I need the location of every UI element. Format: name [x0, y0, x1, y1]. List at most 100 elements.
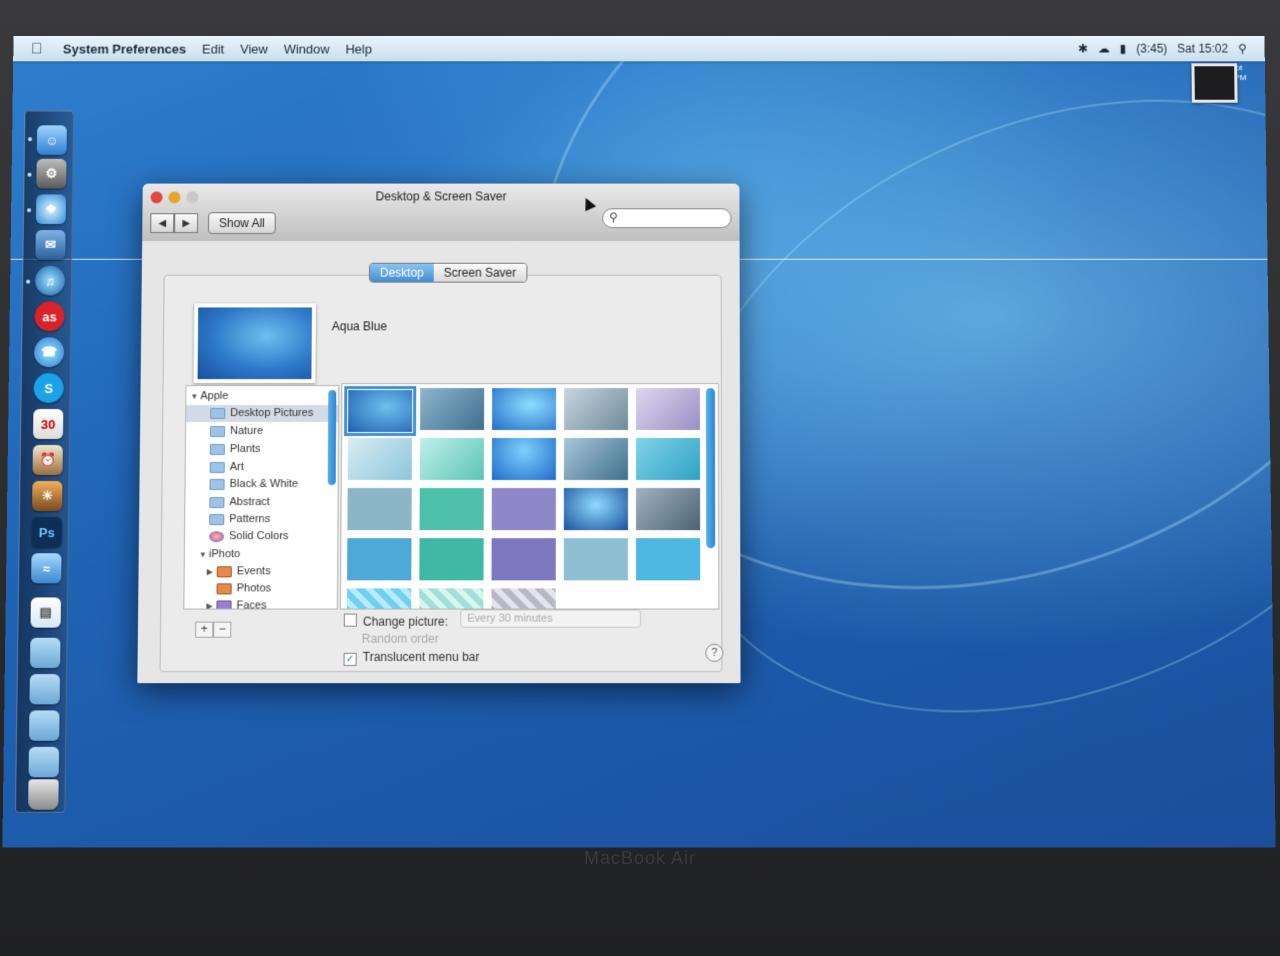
- document-icon[interactable]: ▤: [30, 597, 61, 628]
- system-preferences-icon[interactable]: ⚙: [36, 158, 67, 189]
- picture-thumbnail[interactable]: [635, 538, 701, 581]
- picture-thumbnail[interactable]: [344, 386, 417, 436]
- picture-thumbnail[interactable]: [491, 438, 556, 481]
- ichat-icon[interactable]: ☎: [33, 337, 65, 368]
- desktop-pane: Aqua Blue ▼ Apple Desktop Pictures Nature…: [159, 274, 724, 673]
- folder-icon[interactable]: [29, 637, 61, 669]
- folder-icon[interactable]: [29, 674, 61, 705]
- source-item[interactable]: ▶ Faces: [184, 597, 339, 610]
- translucent-menu-checkbox[interactable]: ✓: [343, 652, 357, 666]
- source-group-apple[interactable]: ▼ Apple: [186, 388, 328, 405]
- show-all-button[interactable]: Show All: [207, 212, 276, 235]
- picture-thumbnail[interactable]: [636, 388, 700, 431]
- picture-thumbnail[interactable]: [491, 538, 556, 581]
- wifi-icon[interactable]: ☁: [1098, 42, 1110, 56]
- desktop-file[interactable]: Screen shot 2010-...46 PM: [1191, 63, 1251, 103]
- tab-desktop[interactable]: Desktop: [369, 263, 434, 282]
- iphoto-icon[interactable]: ☀: [32, 481, 63, 512]
- change-interval-select[interactable]: Every 30 minutes: [460, 609, 642, 628]
- file-thumbnail: [1191, 63, 1238, 103]
- change-picture-checkbox[interactable]: [343, 613, 357, 627]
- window-titlebar[interactable]: Desktop & Screen Saver ◀ ▶ Show All ⚲: [142, 183, 740, 242]
- source-item[interactable]: Solid Colors: [185, 528, 339, 545]
- menu-view[interactable]: View: [240, 41, 268, 56]
- ical-icon[interactable]: 30: [32, 409, 64, 439]
- change-picture-option[interactable]: Change picture: Every 30 minutes: [343, 609, 642, 629]
- apple-menu-icon[interactable]: : [31, 40, 53, 57]
- source-item[interactable]: Plants: [186, 441, 340, 458]
- battery-time[interactable]: (3:45): [1136, 42, 1167, 56]
- skype-icon[interactable]: S: [33, 373, 64, 404]
- finder-icon[interactable]: ☺: [36, 125, 67, 155]
- folder-icon: [210, 425, 226, 437]
- source-item[interactable]: Abstract: [185, 494, 339, 511]
- menu-help[interactable]: Help: [345, 41, 372, 56]
- picture-thumbnail[interactable]: [635, 438, 701, 481]
- menu-edit[interactable]: Edit: [202, 41, 224, 56]
- battery-icon[interactable]: ▮: [1120, 42, 1127, 56]
- remove-folder-button[interactable]: −: [213, 621, 232, 638]
- add-folder-button[interactable]: +: [195, 621, 214, 638]
- itunes-icon[interactable]: ♫: [34, 265, 66, 296]
- disclosure-triangle-icon[interactable]: ▶: [207, 563, 217, 580]
- help-button[interactable]: ?: [705, 643, 724, 662]
- folder-icon[interactable]: [28, 746, 60, 778]
- source-list[interactable]: ▼ Apple Desktop Pictures Nature Plants Ar…: [183, 385, 340, 610]
- picture-thumbnail[interactable]: [635, 488, 701, 531]
- current-picture-preview: [193, 303, 316, 384]
- source-item[interactable]: Nature: [186, 423, 339, 440]
- picture-thumbnail[interactable]: [563, 438, 628, 481]
- safari-icon[interactable]: ❖: [35, 194, 67, 225]
- random-order-option[interactable]: Random order: [344, 632, 439, 646]
- search-icon: ⚲: [609, 210, 618, 225]
- picture-thumbnail[interactable]: [491, 488, 556, 531]
- folder-icon[interactable]: [28, 710, 60, 741]
- picture-thumbnail[interactable]: [347, 488, 412, 531]
- folder-icon: [209, 513, 225, 525]
- app-icon[interactable]: ⏰: [32, 444, 63, 476]
- picture-thumbnail[interactable]: [563, 488, 628, 531]
- preview-icon[interactable]: ✉: [35, 230, 66, 260]
- menu-window[interactable]: Window: [284, 41, 330, 56]
- source-item[interactable]: Black & White: [185, 476, 339, 493]
- picture-thumbnail[interactable]: [419, 438, 484, 481]
- source-group-iphoto[interactable]: ▼ iPhoto: [185, 546, 338, 563]
- picture-grid-scrollbar[interactable]: [705, 388, 716, 549]
- nav-buttons: ◀ ▶: [150, 213, 199, 234]
- back-button[interactable]: ◀: [150, 213, 175, 234]
- photoshop-icon[interactable]: Ps: [31, 517, 63, 548]
- source-item[interactable]: Desktop Pictures: [186, 405, 340, 423]
- disclosure-triangle-icon[interactable]: ▼: [190, 388, 200, 405]
- trash-icon[interactable]: [28, 779, 59, 810]
- source-item[interactable]: Patterns: [185, 511, 339, 528]
- search-field[interactable]: ⚲: [602, 208, 732, 229]
- spotlight-icon[interactable]: ⚲: [1238, 42, 1247, 56]
- app-menu[interactable]: System Preferences: [63, 41, 186, 56]
- bluetooth-icon[interactable]: ✱: [1078, 42, 1088, 56]
- clock[interactable]: Sat 15:02: [1177, 42, 1228, 56]
- picture-thumbnail[interactable]: [419, 588, 484, 610]
- forward-button[interactable]: ▶: [174, 213, 199, 234]
- disclosure-triangle-icon[interactable]: ▼: [199, 546, 209, 563]
- picture-thumbnail[interactable]: [563, 538, 628, 581]
- source-item[interactable]: ▶ Events: [185, 563, 340, 580]
- disclosure-triangle-icon[interactable]: ▶: [206, 597, 216, 609]
- translucent-menu-option[interactable]: ✓ Translucent menu bar: [343, 650, 480, 666]
- picture-thumbnail[interactable]: [492, 388, 557, 431]
- picture-thumbnail[interactable]: [564, 388, 629, 431]
- tab-screen-saver[interactable]: Screen Saver: [433, 263, 527, 282]
- picture-thumbnail[interactable]: [347, 438, 412, 481]
- picture-thumbnail[interactable]: [347, 538, 412, 581]
- source-item[interactable]: Photos: [184, 580, 339, 597]
- picture-grid[interactable]: [339, 383, 720, 610]
- app-icon[interactable]: ≈: [31, 553, 62, 584]
- source-item[interactable]: Art: [186, 459, 340, 476]
- picture-thumbnail[interactable]: [420, 388, 485, 431]
- source-buttons: + −: [195, 621, 232, 638]
- source-scrollbar[interactable]: [327, 390, 337, 486]
- picture-thumbnail[interactable]: [346, 588, 412, 610]
- picture-thumbnail[interactable]: [491, 588, 556, 610]
- lastfm-icon[interactable]: as: [34, 301, 65, 332]
- picture-thumbnail[interactable]: [419, 538, 484, 581]
- picture-thumbnail[interactable]: [419, 488, 484, 531]
